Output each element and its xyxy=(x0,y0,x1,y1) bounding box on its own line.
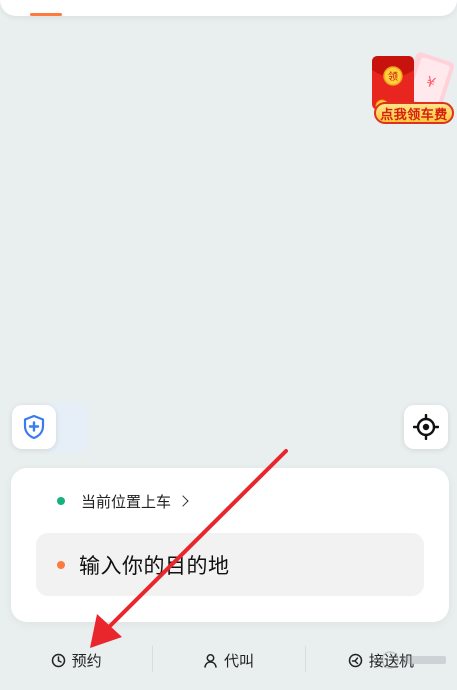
shield-plus-icon xyxy=(23,415,45,439)
tab-reserve[interactable]: 预约 xyxy=(0,640,152,680)
destination-placeholder: 输入你的目的地 xyxy=(79,553,230,578)
chevron-right-icon xyxy=(177,495,189,507)
tab-reserve-label: 预约 xyxy=(71,651,102,670)
promo-badge[interactable]: 点我领车费 xyxy=(374,102,454,124)
tab-call-label: 代叫 xyxy=(223,651,254,670)
svg-text:领: 领 xyxy=(388,70,398,83)
watermark-logo xyxy=(381,651,446,669)
ride-request-panel: 当前位置上车 输入你的目的地 xyxy=(11,468,449,622)
destination-dot xyxy=(57,560,65,569)
locate-button[interactable] xyxy=(404,405,448,449)
pickup-location-row[interactable]: 当前位置上车 xyxy=(57,490,189,512)
clock-icon xyxy=(51,653,66,668)
pickup-dot xyxy=(57,497,65,505)
top-card xyxy=(0,0,457,16)
safety-button[interactable] xyxy=(12,405,56,449)
plane-circle-icon xyxy=(348,653,363,668)
tab-call-for-others[interactable]: 代叫 xyxy=(152,640,304,680)
person-icon xyxy=(203,653,218,668)
destination-input[interactable]: 输入你的目的地 xyxy=(36,533,424,596)
pickup-label: 当前位置上车 xyxy=(81,492,172,511)
active-tab-indicator xyxy=(30,13,62,16)
crosshair-locate-icon xyxy=(413,414,439,440)
